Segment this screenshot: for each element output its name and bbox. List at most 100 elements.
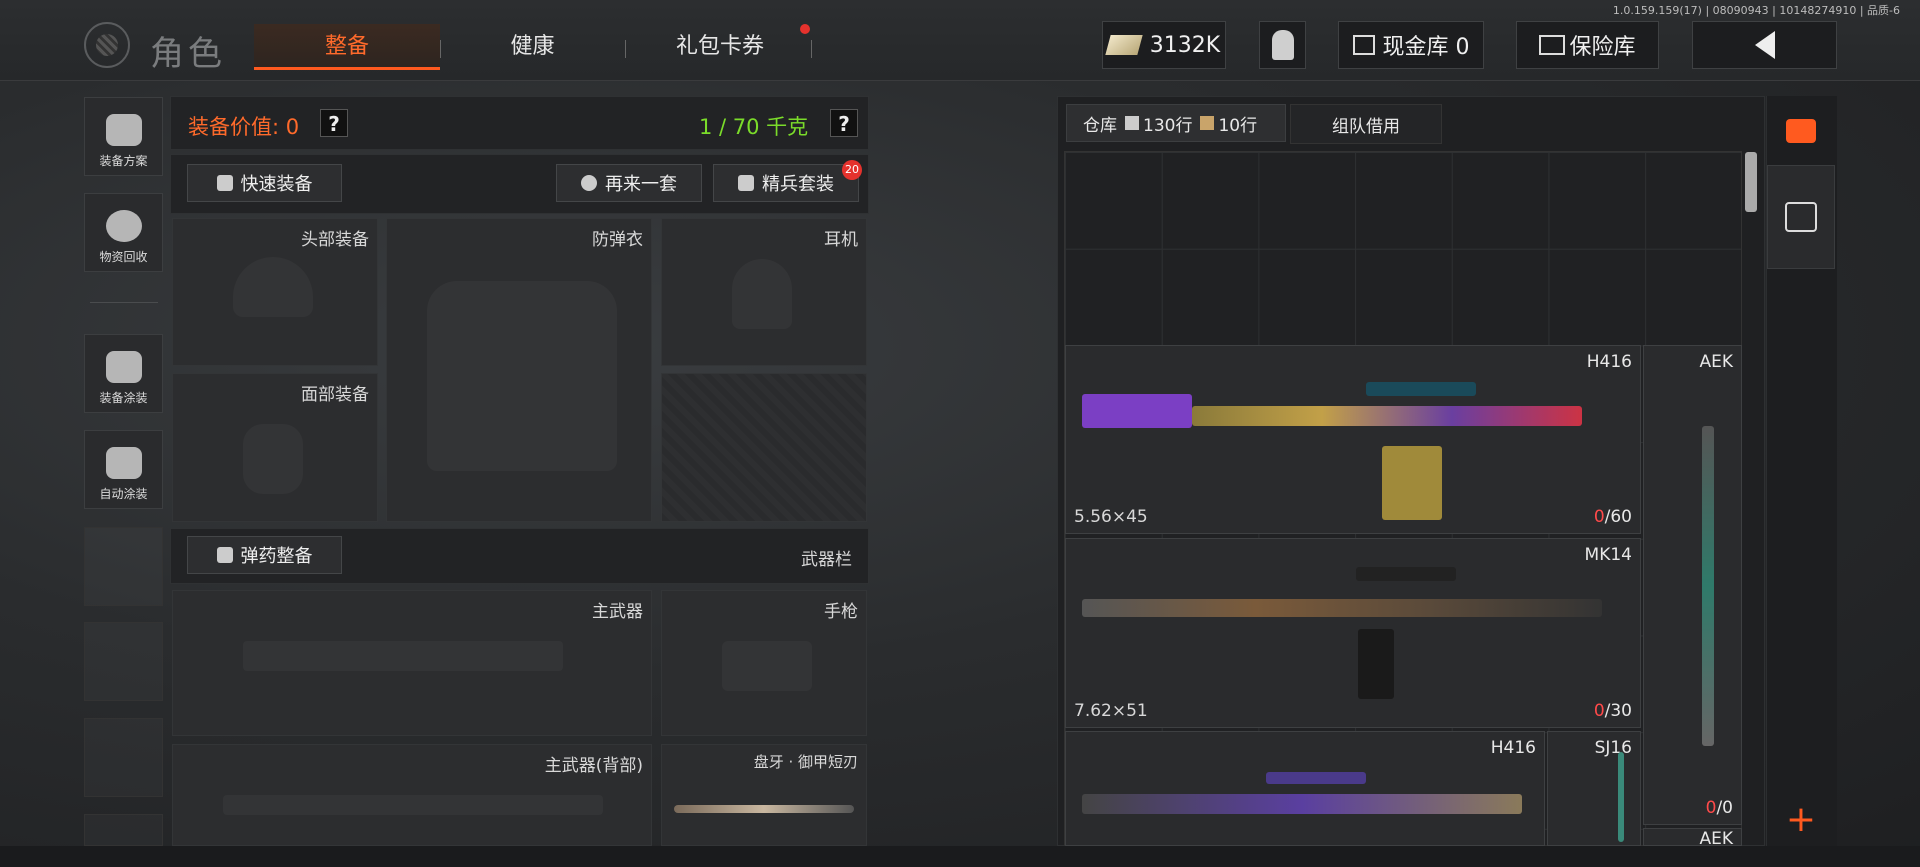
value-help-icon[interactable]: ? (320, 109, 348, 137)
warehouse-item-sj16[interactable]: SJ16 (1547, 731, 1641, 846)
helmet-grid-icon (105, 114, 142, 146)
tab-divider (811, 40, 812, 58)
face-gear-slot[interactable]: 面部装备 (172, 373, 378, 522)
expand-button[interactable]: + (1767, 794, 1835, 846)
warehouse-item-aek[interactable]: AEK 0/0 (1643, 345, 1742, 825)
warehouse-item-h416[interactable]: H416 5.56×45 0/60 (1065, 345, 1641, 534)
cash-stack-icon (1105, 35, 1143, 55)
rifle-silhouette-icon (223, 795, 603, 815)
item-ammo: 5.56×45 (1074, 507, 1148, 527)
pistol-icon (722, 641, 812, 691)
slot-title: 手枪 (824, 602, 858, 622)
sidebar-empty-slot (84, 814, 163, 846)
safe-button[interactable]: 保险库 (1516, 21, 1659, 69)
sidebar-divider (90, 302, 158, 303)
agent-button[interactable] (1259, 21, 1306, 69)
weight-help-icon[interactable]: ? (830, 109, 858, 137)
item-ammo: 7.62×51 (1074, 701, 1148, 721)
sidebar-empty-slot (84, 718, 163, 797)
headset-slot[interactable]: 耳机 (661, 218, 867, 366)
notification-dot (800, 24, 810, 34)
currency-amount: 3132K (1149, 32, 1221, 58)
slot-title: 面部装备 (301, 385, 369, 405)
sidebar-item-equipment-plan[interactable]: 装备方案 (84, 97, 163, 176)
rifle-body-icon (1618, 752, 1624, 842)
sidebar-item-label: 物资回收 (99, 250, 148, 264)
back-arrow-icon (1754, 31, 1775, 59)
vest-icon (427, 281, 617, 471)
tab-warehouse[interactable]: 仓库 130行 10行 (1066, 104, 1286, 142)
cash-vault-label: 现金库 0 (1382, 35, 1470, 60)
scope-icon (1366, 382, 1476, 396)
again-set-label: 再来一套 (605, 174, 677, 195)
cash-vault-icon (1352, 35, 1375, 55)
equipment-value: 装备价值: 0 (188, 115, 300, 139)
sidebar-item-equipment-paint[interactable]: 装备涂装 (84, 334, 163, 413)
tab-health[interactable]: 健康 (450, 24, 615, 70)
item-name: AEK (1699, 829, 1733, 846)
warehouse-item-aek[interactable]: AEK (1643, 828, 1742, 846)
item-count: 0/60 (1593, 507, 1632, 527)
recycle-face-icon (105, 210, 142, 242)
back-button[interactable] (1692, 21, 1837, 69)
safe-icon (1539, 35, 1566, 55)
warehouse-item-h416[interactable]: H416 (1065, 731, 1545, 846)
sidebar-item-auto-paint[interactable]: 自动涂装 (84, 430, 163, 509)
suppressor-icon (1082, 394, 1192, 428)
item-name: MK14 (1584, 545, 1632, 565)
rifle-silhouette-icon (243, 641, 563, 671)
slot-title: 头部装备 (301, 230, 369, 250)
helmet-paint-icon (105, 351, 142, 383)
sidebar-empty-slot (84, 527, 163, 606)
version-info: 1.0.159.159(17) | 08090943 | 10148274910… (1612, 4, 1900, 17)
mask-icon (243, 424, 303, 494)
scope-icon (1356, 567, 1456, 581)
bottom-bar (0, 846, 1920, 867)
pistol-slot[interactable]: 手枪 (661, 590, 867, 736)
rifle-body-icon (1702, 426, 1714, 746)
slot-title: 耳机 (824, 230, 858, 250)
sidebar-item-recycle[interactable]: 物资回收 (84, 193, 163, 272)
warehouse-tab-label: 仓库 (1083, 115, 1117, 136)
tab-equipment[interactable]: 整备 (254, 24, 440, 70)
quick-equip-button[interactable]: 快速装备 (187, 164, 342, 202)
primary-weapon-back-slot[interactable]: 主武器(背部) (172, 744, 652, 846)
shirt-icon (216, 175, 233, 191)
weapon-bar-label: 武器栏 (801, 550, 852, 570)
primary-weapon-slot[interactable]: 主武器 (172, 590, 652, 736)
body-armor-slot[interactable]: 防弹衣 (386, 218, 652, 522)
again-set-button[interactable]: 再来一套 (556, 164, 702, 202)
warehouse-scrollbar[interactable] (1745, 152, 1757, 212)
home-icon (1125, 116, 1139, 130)
layers-download-icon (1785, 202, 1817, 232)
helmet-icon (233, 257, 313, 317)
ticket-rows: 10行 (1218, 115, 1258, 136)
elite-set-label: 精兵套装 (762, 174, 834, 195)
item-name: SJ16 (1594, 738, 1632, 758)
refresh-icon (581, 175, 597, 191)
tab-team-borrow[interactable]: 组队借用 (1290, 104, 1442, 144)
cash-vault-button[interactable]: 现金库 0 (1338, 21, 1484, 69)
item-count: 0/30 (1593, 701, 1632, 721)
equipment-summary-bar: 装备价值: 0 1 / 70 千克 (170, 96, 869, 150)
item-name: AEK (1699, 352, 1733, 372)
deposit-layers-button[interactable] (1767, 165, 1835, 269)
item-count: 0/0 (1705, 798, 1733, 818)
sort-layers-button[interactable] (1767, 97, 1835, 165)
melee-slot[interactable]: 盘牙 · 御甲短刃 (661, 744, 867, 846)
elite-set-button[interactable]: 精兵套装 (713, 164, 859, 202)
tab-gift-coupons[interactable]: 礼包卡券 (625, 24, 815, 70)
item-name: H416 (1586, 352, 1632, 372)
slot-title: 盘牙 · 御甲短刃 (753, 753, 858, 771)
currency-display[interactable]: 3132K (1102, 21, 1226, 69)
warehouse-item-mk14[interactable]: MK14 7.62×51 0/30 (1065, 538, 1641, 728)
head-gear-slot[interactable]: 头部装备 (172, 218, 378, 366)
agent-icon (1271, 30, 1294, 60)
ammo-prepare-button[interactable]: 弹药整备 (187, 536, 342, 574)
plus-icon: + (1785, 799, 1817, 840)
shield-icon (738, 175, 754, 191)
safe-label: 保险库 (1569, 35, 1636, 60)
sidebar-item-label: 装备方案 (99, 154, 148, 168)
ammo-prepare-label: 弹药整备 (240, 546, 313, 567)
elite-set-badge: 20 (842, 160, 862, 180)
